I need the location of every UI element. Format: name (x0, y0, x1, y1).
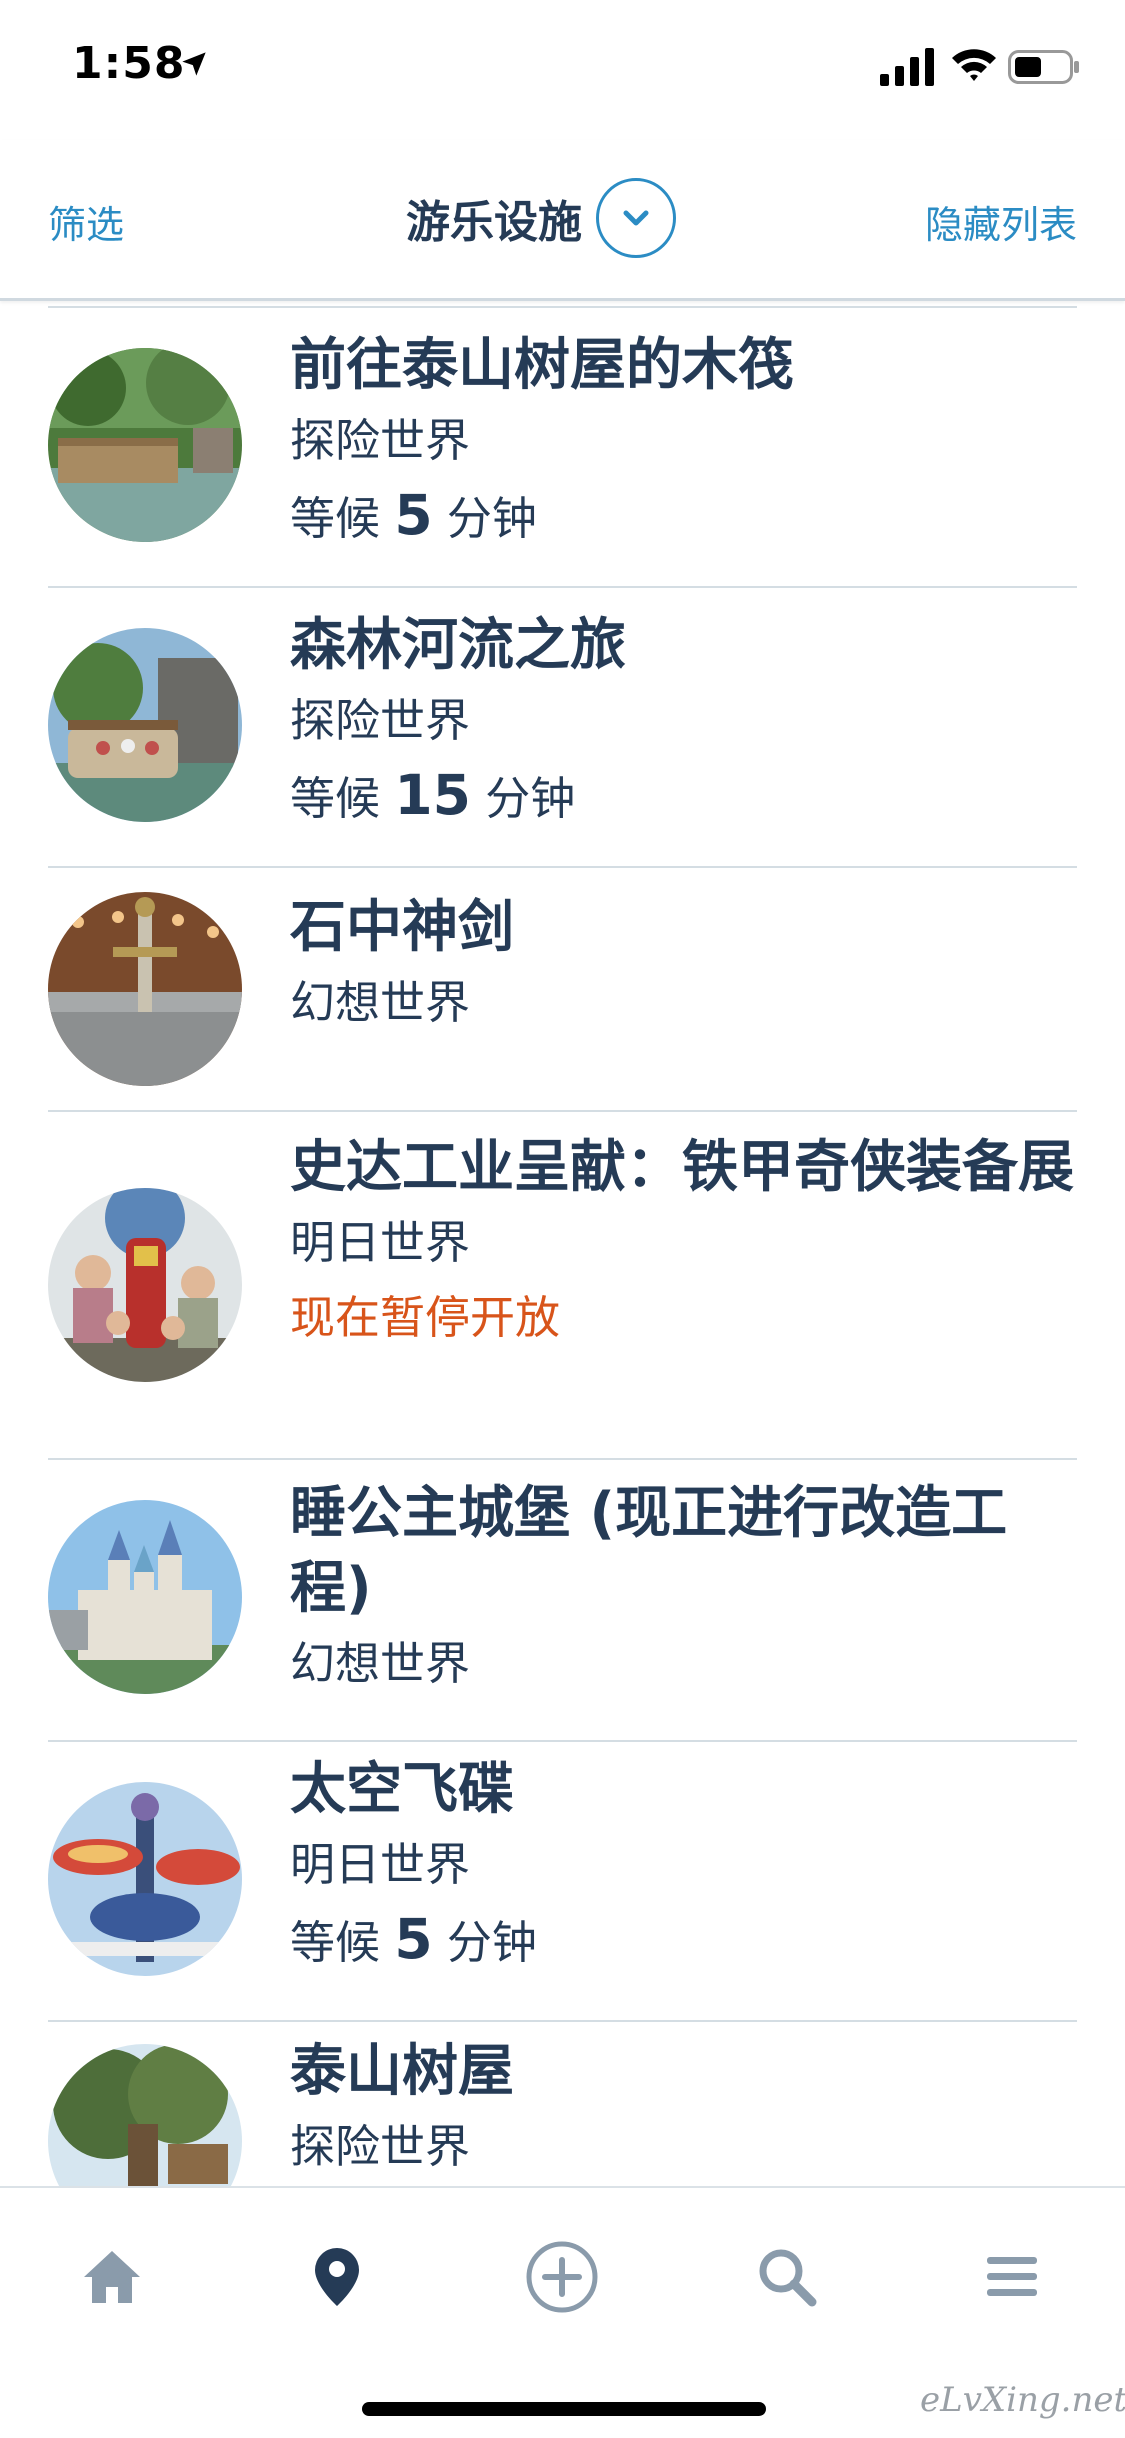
wait-unit: 分钟 (446, 492, 537, 545)
wifi-icon (952, 49, 996, 81)
status-time: 1:58 (72, 38, 186, 89)
attraction-thumbnail (48, 1500, 242, 1694)
attraction-info: 史达工业呈献：铁甲奇侠装备展 明日世界 现在暂停开放 (290, 1130, 1077, 1355)
home-icon (84, 2251, 140, 2303)
attraction-thumbnail (48, 892, 242, 1086)
attraction-thumbnail (48, 1782, 242, 1976)
attraction-thumbnail (48, 348, 242, 542)
tab-home[interactable] (67, 2232, 157, 2322)
list-item[interactable]: 史达工业呈献：铁甲奇侠装备展 明日世界 现在暂停开放 (0, 1112, 1125, 1460)
map-pin-icon (315, 2248, 359, 2306)
attraction-list[interactable]: 前往泰山树屋的木筏 探险世界 等候 5 分钟 森林河流之旅 探险世界 等候 15… (0, 298, 1125, 2186)
cellular-signal-icon (880, 48, 934, 86)
attraction-info: 睡公主城堡 (现正进行改造工程) 幻想世界 (290, 1476, 1077, 1701)
list-item[interactable]: 睡公主城堡 (现正进行改造工程) 幻想世界 (0, 1460, 1125, 1742)
attraction-land: 明日世界 (290, 1216, 471, 1269)
list-item[interactable]: 石中神剑 幻想世界 (0, 868, 1125, 1112)
attraction-title: 石中神剑 (290, 895, 514, 960)
status-bar: 1:58 (0, 0, 1125, 140)
attraction-title: 前往泰山树屋的木筏 (290, 333, 794, 398)
chevron-down-icon[interactable] (596, 178, 676, 258)
list-item[interactable]: 森林河流之旅 探险世界 等候 15 分钟 (0, 588, 1125, 868)
status-closed: 现在暂停开放 (290, 1291, 561, 1344)
location-arrow-icon (182, 52, 206, 76)
attraction-thumbnail (48, 2044, 242, 2186)
wait-time: 等候 5 分钟 (290, 1902, 1077, 1980)
attraction-thumbnail (48, 1188, 242, 1382)
attraction-info: 前往泰山树屋的木筏 探险世界 等候 5 分钟 (290, 328, 1077, 556)
wait-time: 等候 5 分钟 (290, 478, 1077, 556)
attraction-info: 太空飞碟 明日世界 等候 5 分钟 (290, 1752, 1077, 1980)
attraction-title: 太空飞碟 (290, 1757, 514, 1822)
list-item[interactable]: 前往泰山树屋的木筏 探险世界 等候 5 分钟 (0, 308, 1125, 588)
attraction-land: 幻想世界 (290, 1637, 471, 1690)
wait-prefix: 等候 (290, 772, 381, 825)
attraction-info: 石中神剑 幻想世界 (290, 890, 1077, 1040)
tab-menu[interactable] (967, 2232, 1057, 2322)
attraction-info: 泰山树屋 探险世界 (290, 2034, 1077, 2184)
watermark: eLvXing.net (920, 2380, 1125, 2420)
attraction-land: 探险世界 (290, 694, 471, 747)
tab-map[interactable] (292, 2232, 382, 2322)
hide-list-button[interactable]: 隐藏列表 (925, 194, 1077, 249)
home-indicator[interactable] (362, 2402, 766, 2416)
wait-value: 5 (394, 1907, 433, 1971)
attraction-land: 探险世界 (290, 414, 471, 467)
attraction-land: 探险世界 (290, 2120, 471, 2173)
plus-circle-icon (526, 2241, 598, 2313)
filter-button[interactable]: 筛选 (48, 194, 124, 249)
page-title: 游乐设施 (406, 197, 582, 248)
title-dropdown[interactable]: 游乐设施 (406, 174, 676, 262)
attraction-title: 泰山树屋 (290, 2039, 514, 2104)
nav-header: 筛选 游乐设施 隐藏列表 (0, 140, 1125, 301)
attraction-land: 幻想世界 (290, 976, 471, 1029)
wait-prefix: 等候 (290, 1916, 381, 1969)
attraction-land: 明日世界 (290, 1838, 471, 1891)
attraction-title: 森林河流之旅 (290, 613, 626, 678)
list-item[interactable]: 太空飞碟 明日世界 等候 5 分钟 (0, 1742, 1125, 2022)
wait-time: 等候 15 分钟 (290, 758, 1077, 836)
attraction-title: 睡公主城堡 (现正进行改造工程) (290, 1481, 1008, 1621)
battery-icon (1008, 50, 1079, 84)
tab-search[interactable] (742, 2232, 832, 2322)
menu-icon (987, 2257, 1037, 2296)
list-item[interactable]: 泰山树屋 探险世界 (0, 2022, 1125, 2186)
wait-value: 15 (394, 763, 471, 827)
wait-prefix: 等候 (290, 492, 381, 545)
attraction-info: 森林河流之旅 探险世界 等候 15 分钟 (290, 608, 1077, 836)
search-icon (759, 2249, 817, 2307)
wait-unit: 分钟 (446, 1916, 537, 1969)
attraction-title: 史达工业呈献：铁甲奇侠装备展 (290, 1135, 1074, 1200)
attraction-thumbnail (48, 628, 242, 822)
wait-unit: 分钟 (485, 772, 576, 825)
wait-value: 5 (394, 483, 433, 547)
tab-add[interactable] (517, 2232, 607, 2322)
